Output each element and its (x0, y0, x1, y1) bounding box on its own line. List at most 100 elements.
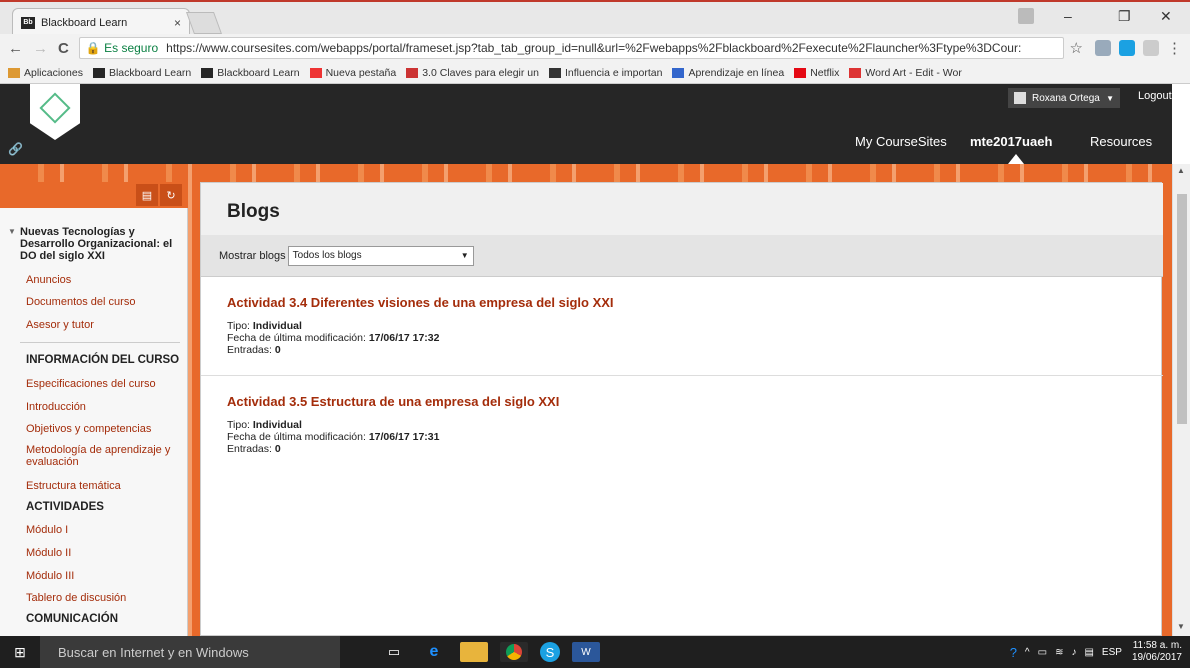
bookmark-icon (672, 67, 685, 78)
course-title[interactable]: ▼ Nuevas Tecnologías y Desarrollo Organi… (8, 226, 178, 262)
blog-title-link[interactable]: Actividad 3.4 Diferentes visiones de una… (227, 295, 1163, 310)
scroll-down-icon[interactable]: ▼ (1177, 622, 1185, 631)
sidebar-item-estructura[interactable]: Estructura temática (26, 480, 121, 492)
edge-icon[interactable]: e (420, 642, 448, 662)
bookmark-label: Blackboard Learn (217, 66, 300, 79)
bookmark-star-icon[interactable]: ☆ (1070, 39, 1083, 57)
help-icon[interactable]: ? (1010, 645, 1017, 660)
bookmark-label: Blackboard Learn (108, 66, 192, 79)
bookmark-item[interactable]: Blackboard Learn (201, 66, 300, 79)
bookmark-item[interactable]: 3.0 Claves para elegir un (406, 67, 539, 79)
taskbar-search-input[interactable]: Buscar en Internet y en Windows (40, 636, 340, 668)
file-explorer-icon[interactable] (460, 642, 488, 662)
bookmark-icon (92, 67, 105, 78)
sidebar-item-objetivos[interactable]: Objetivos y competencias (26, 423, 151, 435)
skype-icon[interactable]: S (540, 642, 560, 662)
meta-value: 17/06/17 17:32 (368, 332, 440, 345)
coursesites-logo[interactable] (30, 84, 80, 140)
folder-view-icon[interactable]: ▤ (136, 184, 158, 206)
sidebar-item-modulo-1[interactable]: Módulo I (26, 524, 68, 536)
page-title: Blogs (227, 201, 280, 222)
blog-filter-select[interactable]: Todos los blogs ▼ (287, 245, 474, 266)
section-comunicacion: COMUNICACIÓN (26, 613, 118, 625)
logo-mark-icon (39, 92, 71, 124)
scroll-up-icon[interactable]: ▲ (1177, 166, 1185, 175)
maximize-button[interactable]: ❐ (1118, 8, 1131, 25)
back-button[interactable]: ← (8, 40, 23, 57)
wifi-icon[interactable]: ≋ (1055, 647, 1063, 658)
extension-icon[interactable] (1095, 40, 1111, 56)
filter-label: Mostrar blogs (219, 249, 286, 262)
sidebar-item-metodologia[interactable]: Metodología de aprendizaje y evaluación (26, 444, 181, 468)
meta-value: 0 (274, 443, 281, 456)
tab-course[interactable]: mte2017uaeh (970, 134, 1052, 149)
system-tray: ? ^ ▭ ≋ ♪ ▤ ESP 11:58 a. m. 19/06/2017 (1002, 640, 1190, 664)
active-tab-indicator (1008, 154, 1024, 164)
blog-meta: Tipo: Individual Fecha de última modific… (227, 419, 1163, 455)
user-menu[interactable]: Roxana Ortega ▼ (1008, 88, 1120, 108)
meta-value: 17/06/17 17:31 (368, 431, 440, 444)
link-icon[interactable]: 🔗 (8, 142, 23, 156)
bookmark-item[interactable]: Nueva pestaña (309, 67, 396, 79)
bookmark-icon (8, 67, 20, 78)
bookmark-label: 3.0 Claves para elegir un (422, 66, 539, 79)
logout-link[interactable]: Logout (1138, 90, 1172, 102)
refresh-icon[interactable]: ↻ (160, 184, 182, 206)
tab-resources[interactable]: Resources (1090, 134, 1152, 149)
bookmark-item[interactable]: Word Art - Edit - Wor (849, 67, 962, 79)
chevron-up-icon[interactable]: ^ (1025, 647, 1030, 658)
notifications-icon[interactable]: ▤ (1084, 647, 1093, 658)
word-icon[interactable]: W (572, 642, 600, 662)
volume-icon[interactable]: ♪ (1071, 647, 1076, 658)
sidebar-item-especificaciones[interactable]: Especificaciones del curso (26, 378, 156, 390)
section-actividades: ACTIVIDADES (26, 501, 104, 513)
sidebar-item-anuncios[interactable]: Anuncios (26, 274, 71, 286)
chrome-menu-icon[interactable]: ⋮ (1167, 39, 1182, 57)
clock[interactable]: 11:58 a. m. 19/06/2017 (1132, 640, 1182, 664)
forward-button[interactable]: → (33, 40, 48, 57)
chevron-down-icon: ▼ (460, 251, 469, 260)
bookmark-item[interactable]: Influencia e importan (548, 67, 662, 79)
scroll-thumb[interactable] (1177, 194, 1187, 424)
page-scrollbar[interactable]: ▲ ▼ (1172, 164, 1190, 636)
sidebar-item-asesor[interactable]: Asesor y tutor (26, 319, 94, 331)
sidebar-item-modulo-2[interactable]: Módulo II (26, 547, 71, 559)
bookmark-item[interactable]: Blackboard Learn (92, 66, 192, 79)
filter-value: Todos los blogs (292, 250, 362, 261)
sidebar-item-documentos[interactable]: Documentos del curso (26, 296, 135, 308)
chrome-icon[interactable] (500, 642, 528, 662)
course-title-text: Nuevas Tecnologías y Desarrollo Organiza… (20, 226, 173, 263)
windows-start-icon[interactable]: ⊞ (0, 636, 40, 668)
close-window-button[interactable]: ✕ (1160, 8, 1172, 25)
tab-my-coursesites[interactable]: My CourseSites (855, 134, 947, 149)
browser-tab[interactable]: Bb Blackboard Learn × (12, 8, 190, 36)
clock-date: 19/06/2017 (1131, 652, 1182, 663)
meta-label: Tipo: (227, 320, 250, 332)
reload-button[interactable]: C (58, 40, 69, 57)
user-name: Roxana Ortega (1032, 92, 1100, 104)
bookmark-item[interactable]: Netflix (794, 67, 839, 79)
battery-icon[interactable]: ▭ (1038, 647, 1047, 658)
skype-extension-icon[interactable] (1119, 40, 1135, 56)
sidebar-item-modulo-3[interactable]: Módulo III (26, 570, 74, 582)
language-indicator[interactable]: ESP (1102, 647, 1122, 658)
bookmark-item[interactable]: Aplicaciones (8, 67, 83, 79)
site-header: 🔗 Roxana Ortega ▼ Logout My CourseSites … (0, 84, 1172, 164)
clock-time: 11:58 a. m. (1132, 640, 1182, 651)
sidebar-item-introduccion[interactable]: Introducción (26, 401, 86, 413)
extension-icon[interactable] (1143, 40, 1159, 56)
bookmark-icon (201, 67, 214, 78)
sidebar-item-tablero[interactable]: Tablero de discusión (26, 592, 126, 604)
collapse-caret-icon[interactable]: ▼ (8, 227, 16, 237)
meta-label: Tipo: (227, 419, 250, 431)
tab-close-icon[interactable]: × (174, 16, 181, 30)
divider (20, 342, 180, 343)
minimize-button[interactable]: – (1064, 8, 1072, 24)
bookmark-label: Netflix (810, 66, 840, 79)
profile-icon[interactable] (1018, 8, 1034, 24)
blog-title-link[interactable]: Actividad 3.5 Estructura de una empresa … (227, 394, 1163, 409)
task-view-icon[interactable]: ▭ (380, 642, 408, 662)
new-tab-button[interactable] (185, 12, 223, 34)
url-input[interactable]: 🔒 Es seguro https://www.coursesites.com/… (78, 37, 1064, 59)
bookmark-item[interactable]: Aprendizaje en línea (672, 67, 784, 79)
